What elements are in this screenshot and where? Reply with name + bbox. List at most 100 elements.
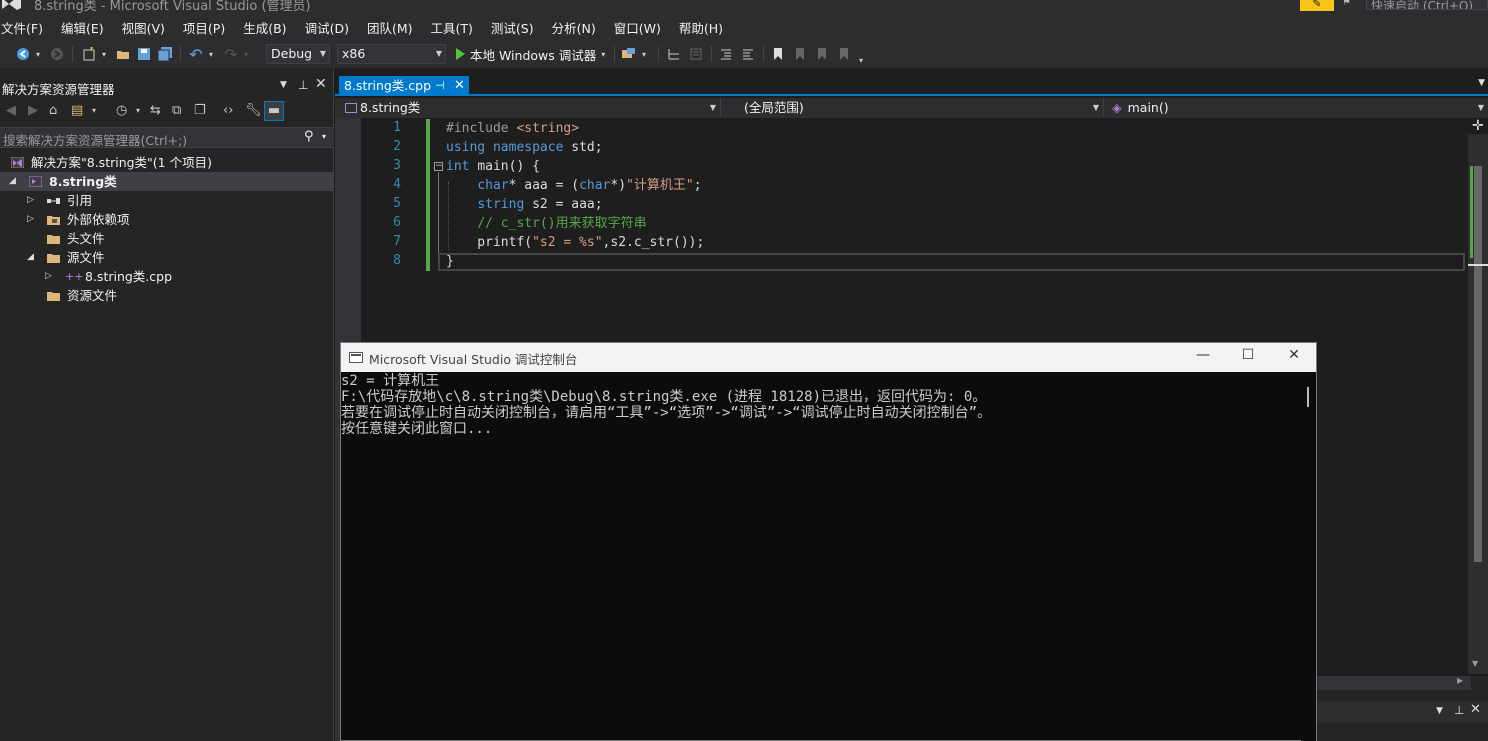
pin-icon[interactable]: ⊥ xyxy=(1454,703,1464,717)
redo-icon[interactable]: ↷ xyxy=(222,44,240,64)
scroll-right-icon[interactable]: ▶ xyxy=(1457,676,1463,685)
step-over-icon[interactable] xyxy=(687,44,705,64)
collapsed-triangle-icon[interactable]: ▷ xyxy=(45,267,52,286)
browser-link-icon[interactable] xyxy=(620,44,638,64)
project-scope-select[interactable]: 8.string类 ▼ xyxy=(340,98,721,117)
window-position-dropdown-icon[interactable]: ▼ xyxy=(1436,706,1443,716)
close-icon[interactable]: ✕ xyxy=(1279,347,1309,367)
menu-project[interactable]: 项目(P) xyxy=(182,18,225,37)
back-dropdown-icon[interactable]: ▾ xyxy=(34,44,42,64)
open-file-icon[interactable] xyxy=(114,44,132,64)
uncomment-icon[interactable] xyxy=(739,44,757,64)
sync-with-document-icon[interactable]: ⇆ xyxy=(150,103,161,118)
collapse-toggle-icon[interactable]: − xyxy=(434,162,443,171)
scrollbar-thumb[interactable] xyxy=(1307,387,1309,407)
folder-icon xyxy=(47,292,60,301)
menu-debug[interactable]: 调试(D) xyxy=(304,18,349,37)
tab-list-dropdown-icon[interactable]: ▼ xyxy=(1478,78,1485,88)
debug-console-window[interactable]: Microsoft Visual Studio 调试控制台 — ☐ ✕ s2 =… xyxy=(340,342,1317,741)
browser-link-dropdown-icon[interactable]: ▾ xyxy=(640,44,648,64)
tree-item-cpp-file[interactable]: ▷ ++ 8.string类.cpp xyxy=(0,267,333,286)
notification-icon[interactable]: ⚑ xyxy=(1342,0,1351,8)
console-scrollbar[interactable] xyxy=(1301,373,1316,741)
console-output[interactable]: s2 = 计算机王 F:\代码存放地\c\8.string类\Debug\8.s… xyxy=(341,373,1301,741)
comment-out-icon[interactable] xyxy=(717,44,735,64)
search-icon[interactable]: ⚲ xyxy=(304,129,314,144)
preview-selected-items-icon[interactable]: ▬ xyxy=(264,101,284,121)
save-all-icon[interactable] xyxy=(156,44,174,64)
solution-icon xyxy=(11,157,24,168)
next-bookmark-icon[interactable] xyxy=(813,44,831,64)
redo-dropdown-icon[interactable]: ▾ xyxy=(242,44,250,64)
undo-icon[interactable]: ↶ xyxy=(187,44,205,64)
menu-analyze[interactable]: 分析(N) xyxy=(551,18,596,37)
menu-window[interactable]: 窗口(W) xyxy=(613,18,661,37)
expanded-triangle-icon[interactable]: ◢ xyxy=(9,172,16,191)
pending-changes-filter-icon[interactable]: ◷ xyxy=(116,103,127,118)
forward-icon[interactable]: ▶ xyxy=(28,103,38,118)
search-options-dropdown-icon[interactable]: ▾ xyxy=(322,132,326,141)
scroll-down-icon[interactable]: ▼ xyxy=(1472,659,1478,668)
undo-dropdown-icon[interactable]: ▾ xyxy=(207,44,215,64)
clear-bookmarks-icon[interactable] xyxy=(835,44,853,64)
menu-build[interactable]: 生成(B) xyxy=(242,18,286,37)
collapse-all-icon[interactable]: ⧉ xyxy=(172,103,181,118)
tree-item-source-files[interactable]: ◢ 源文件 xyxy=(0,248,333,267)
collapsed-triangle-icon[interactable]: ▷ xyxy=(27,210,34,229)
vertical-scrollbar[interactable]: ▼ xyxy=(1468,134,1488,674)
configuration-select[interactable]: Debug ▼ xyxy=(266,44,330,64)
menu-team[interactable]: 团队(M) xyxy=(366,18,413,37)
filter-dropdown-icon[interactable]: ▾ xyxy=(136,106,140,115)
step-into-icon[interactable] xyxy=(665,44,683,64)
window-position-dropdown-icon[interactable]: ▼ xyxy=(280,80,287,90)
tree-item-references[interactable]: ▷ 引用 xyxy=(0,191,333,210)
close-icon[interactable]: ✕ xyxy=(1470,702,1481,717)
back-icon[interactable] xyxy=(14,44,32,64)
member-select[interactable]: ◈ main() ▼ xyxy=(1107,98,1488,117)
horizontal-scrollbar[interactable] xyxy=(1317,676,1471,690)
previous-bookmark-icon[interactable] xyxy=(791,44,809,64)
solution-explorer-search-input[interactable]: 搜索解决方案资源管理器(Ctrl+;) ⚲ ▾ xyxy=(0,127,334,148)
menu-view[interactable]: 视图(V) xyxy=(121,18,165,37)
tree-item-solution[interactable]: 解决方案"8.string类"(1 个项目) xyxy=(0,153,333,172)
switch-views-dropdown-icon[interactable]: ▾ xyxy=(92,106,96,115)
pin-icon[interactable]: ⊥ xyxy=(298,78,308,92)
new-project-icon[interactable] xyxy=(80,44,98,64)
new-dropdown-icon[interactable]: ▾ xyxy=(100,44,108,64)
home-icon[interactable]: ⌂ xyxy=(49,103,57,118)
menu-help[interactable]: 帮助(H) xyxy=(678,18,723,37)
bookmark-icon[interactable] xyxy=(769,44,787,64)
back-icon[interactable]: ◀ xyxy=(6,103,16,118)
start-debugging-button[interactable]: 本地 Windows 调试器 ▾ xyxy=(456,44,605,64)
properties-wrench-icon[interactable]: 🔧︎ xyxy=(245,103,262,118)
tree-item-resource-files[interactable]: 资源文件 xyxy=(0,286,333,305)
close-icon[interactable]: ✕ xyxy=(315,76,327,92)
tree-item-header-files[interactable]: 头文件 xyxy=(0,229,333,248)
show-all-files-icon[interactable]: ❐ xyxy=(194,103,206,118)
tree-item-project[interactable]: ◢ 8.string类 xyxy=(0,172,333,191)
menu-test[interactable]: 测试(S) xyxy=(490,18,534,37)
switch-views-icon[interactable]: ▤ xyxy=(71,103,83,118)
feedback-icon[interactable]: ✎ xyxy=(1300,0,1334,11)
toolbar-overflow-icon[interactable]: ▾ xyxy=(856,50,866,70)
type-scope-select[interactable]: (全局范围) ▼ xyxy=(724,98,1104,117)
close-icon[interactable]: ✕ xyxy=(454,76,465,95)
quick-launch-input[interactable]: 快速启动 (Ctrl+Q) xyxy=(1366,0,1488,10)
console-title-bar[interactable]: Microsoft Visual Studio 调试控制台 — ☐ ✕ xyxy=(341,343,1316,372)
maximize-icon[interactable]: ☐ xyxy=(1233,347,1263,367)
save-icon[interactable] xyxy=(135,44,153,64)
minimize-icon[interactable]: — xyxy=(1188,347,1218,367)
platform-select[interactable]: x86 ▼ xyxy=(337,44,446,64)
view-code-icon[interactable]: ‹› xyxy=(223,103,233,118)
pin-icon[interactable]: ⊣ xyxy=(435,76,445,95)
expanded-triangle-icon[interactable]: ◢ xyxy=(27,248,34,267)
tree-item-external-deps[interactable]: ▷ 外部依赖项 xyxy=(0,210,333,229)
tab-cpp-file[interactable]: 8.string类.cpp ⊣ ✕ xyxy=(339,76,469,95)
menu-file[interactable]: 文件(F) xyxy=(0,18,43,37)
collapsed-triangle-icon[interactable]: ▷ xyxy=(27,191,34,210)
menu-tools[interactable]: 工具(T) xyxy=(430,18,473,37)
menu-edit[interactable]: 编辑(E) xyxy=(60,18,104,37)
scrollbar-thumb[interactable] xyxy=(1474,166,1482,562)
forward-icon[interactable] xyxy=(48,44,66,64)
split-window-icon[interactable]: ✛ xyxy=(1472,118,1484,134)
